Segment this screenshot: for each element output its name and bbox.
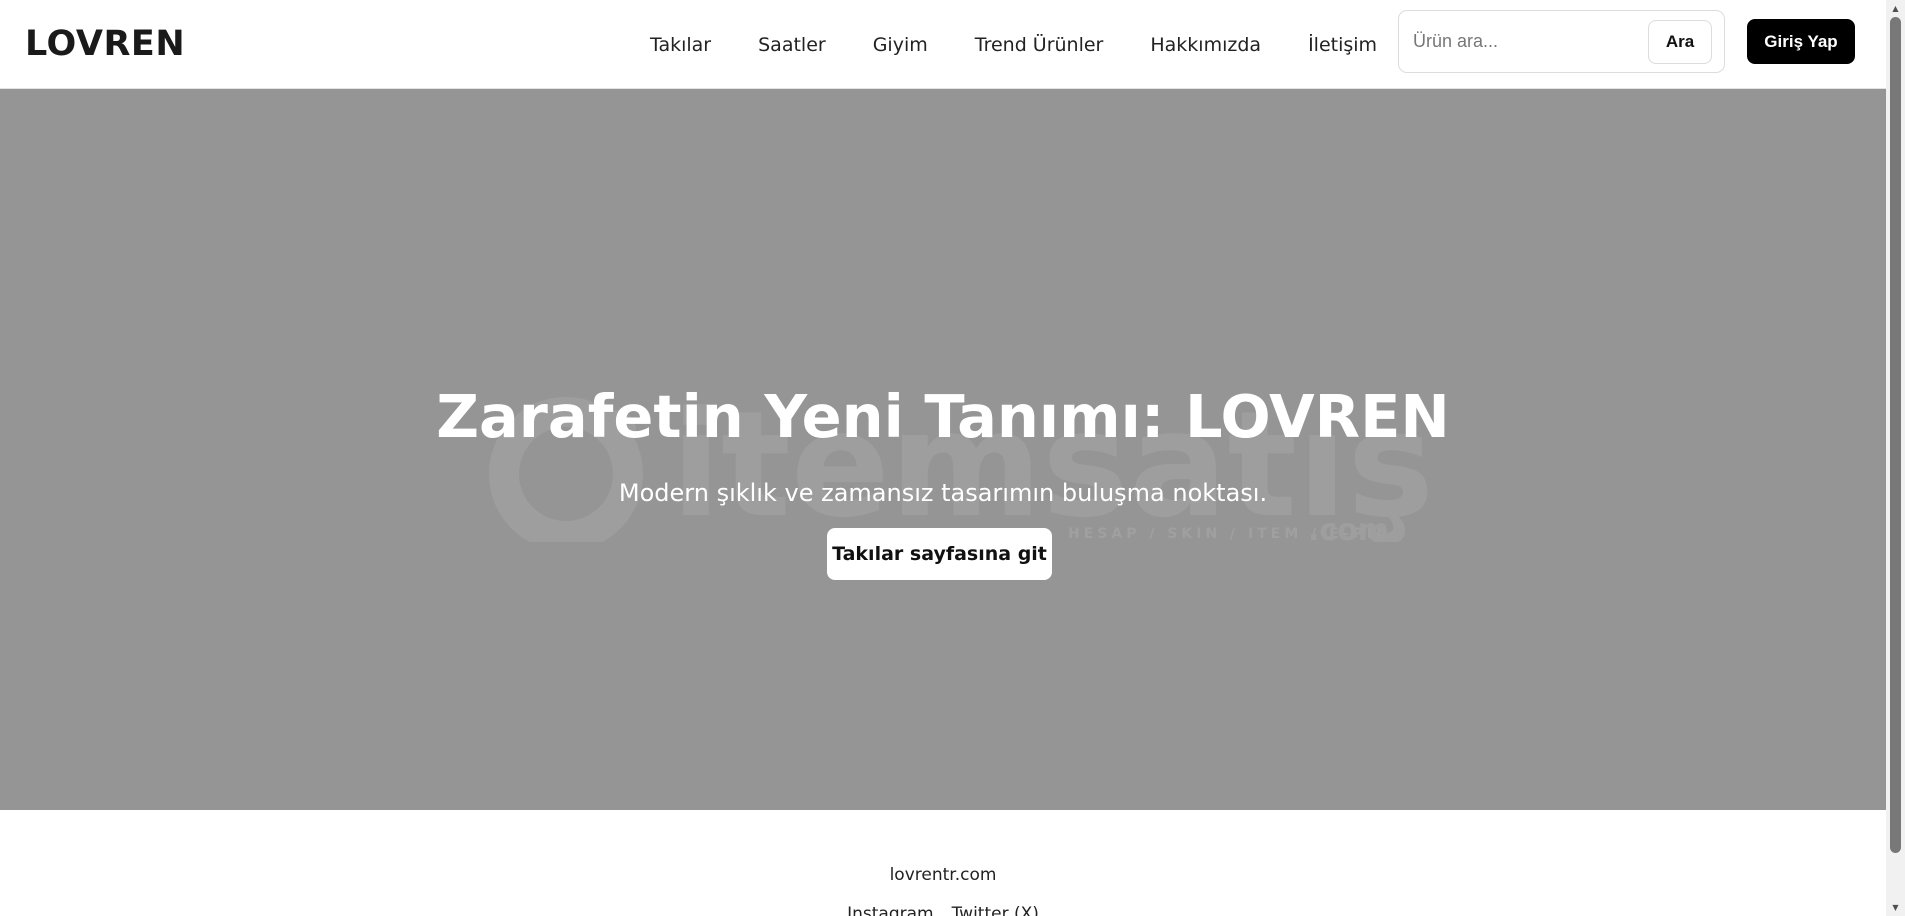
nav-item-giyim[interactable]: Giyim bbox=[873, 33, 928, 57]
site-logo[interactable]: LOVREN bbox=[25, 22, 185, 66]
hero-title: Zarafetin Yeni Tanımı: LOVREN bbox=[436, 382, 1450, 451]
search-button[interactable]: Ara bbox=[1648, 20, 1712, 64]
hero-cta-button[interactable]: Takılar sayfasına git bbox=[827, 528, 1052, 580]
page-scrollbar[interactable]: ▲ ▼ bbox=[1886, 0, 1905, 916]
site-footer: lovrentr.com Instagram Twitter (X) bbox=[0, 810, 1886, 916]
hero-subtitle: Modern şıklık ve zamansız tasarımın bulu… bbox=[618, 479, 1268, 507]
scroll-down-arrow-icon[interactable]: ▼ bbox=[1886, 899, 1905, 916]
footer-social-links: Instagram Twitter (X) bbox=[0, 903, 1886, 916]
login-button[interactable]: Giriş Yap bbox=[1747, 19, 1855, 64]
nav-item-saatler[interactable]: Saatler bbox=[758, 33, 826, 57]
nav-item-iletisim[interactable]: İletişim bbox=[1308, 33, 1377, 57]
nav-item-trend-urunler[interactable]: Trend Ürünler bbox=[975, 33, 1104, 57]
search-input[interactable] bbox=[1413, 21, 1633, 61]
search-form: Ara bbox=[1398, 10, 1725, 73]
main-nav: Takılar Saatler Giyim Trend Ürünler Hakk… bbox=[650, 0, 1377, 89]
page: LOVREN Takılar Saatler Giyim Trend Ürünl… bbox=[0, 0, 1905, 916]
footer-domain: lovrentr.com bbox=[889, 865, 997, 885]
watermark-suffix: .com bbox=[1308, 513, 1389, 542]
nav-item-hakkimizda[interactable]: Hakkımızda bbox=[1150, 33, 1261, 57]
hero-banner: itemsatış HESAP / SKIN / ITEM / E-PIN .c… bbox=[0, 89, 1886, 810]
nav-item-takilar[interactable]: Takılar bbox=[650, 33, 711, 57]
scroll-thumb[interactable] bbox=[1890, 17, 1901, 853]
footer-link-twitter[interactable]: Twitter (X) bbox=[952, 903, 1039, 916]
scroll-up-arrow-icon[interactable]: ▲ bbox=[1886, 0, 1905, 17]
site-header: LOVREN Takılar Saatler Giyim Trend Ürünl… bbox=[0, 0, 1886, 89]
footer-link-instagram[interactable]: Instagram bbox=[847, 903, 934, 916]
